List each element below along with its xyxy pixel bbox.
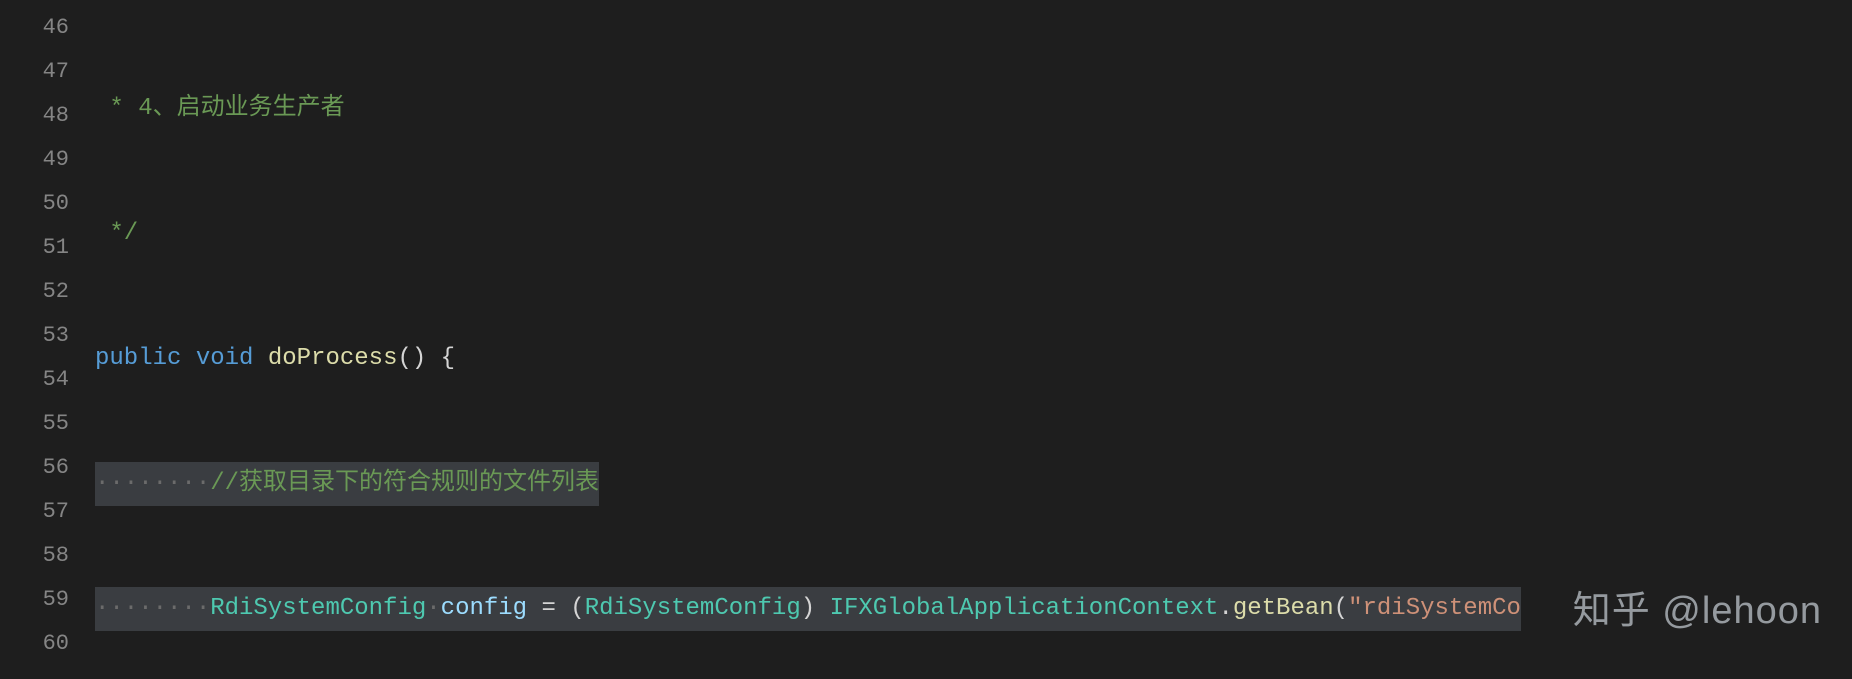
code-line[interactable]: ········//获取目录下的符合规则的文件列表: [95, 462, 1852, 506]
type-name: IFXGlobalApplicationContext: [830, 595, 1219, 622]
line-number: 48: [0, 94, 95, 138]
line-number: 51: [0, 226, 95, 270]
method-call: getBean: [1233, 595, 1334, 622]
comment: * 4、启动业务生产者: [109, 95, 344, 122]
comment: //获取目录下的符合规则的文件列表: [210, 470, 599, 497]
line-number: 50: [0, 182, 95, 226]
line-number: 49: [0, 138, 95, 182]
line-number: 47: [0, 50, 95, 94]
line-number: 54: [0, 358, 95, 402]
type-name: RdiSystemConfig: [210, 595, 426, 622]
keyword-public: public: [95, 345, 181, 372]
code-line[interactable]: */: [95, 212, 1852, 256]
code-area[interactable]: * 4、启动业务生产者 */ public void doProcess() {…: [95, 0, 1852, 679]
line-number: 56: [0, 446, 95, 490]
line-number: 58: [0, 534, 95, 578]
type-name: RdiSystemConfig: [585, 595, 801, 622]
code-editor[interactable]: 46 47 48 49 50 51 52 53 54 55 56 57 58 5…: [0, 0, 1852, 679]
line-number-gutter: 46 47 48 49 50 51 52 53 54 55 56 57 58 5…: [0, 0, 95, 679]
code-line[interactable]: public void doProcess() {: [95, 337, 1852, 381]
code-line[interactable]: * 4、启动业务生产者: [95, 87, 1852, 131]
line-number: 52: [0, 270, 95, 314]
variable: config: [441, 595, 527, 622]
line-number: 55: [0, 402, 95, 446]
comment: */: [109, 220, 138, 247]
keyword-void: void: [196, 345, 254, 372]
line-number: 53: [0, 314, 95, 358]
string-literal: "rdiSystemCo: [1348, 595, 1521, 622]
code-line[interactable]: ········RdiSystemConfig·config = (RdiSys…: [95, 587, 1852, 631]
line-number: 60: [0, 622, 95, 666]
line-number: 59: [0, 578, 95, 622]
line-number: 46: [0, 6, 95, 50]
line-number: 57: [0, 490, 95, 534]
method-name: doProcess: [268, 345, 398, 372]
